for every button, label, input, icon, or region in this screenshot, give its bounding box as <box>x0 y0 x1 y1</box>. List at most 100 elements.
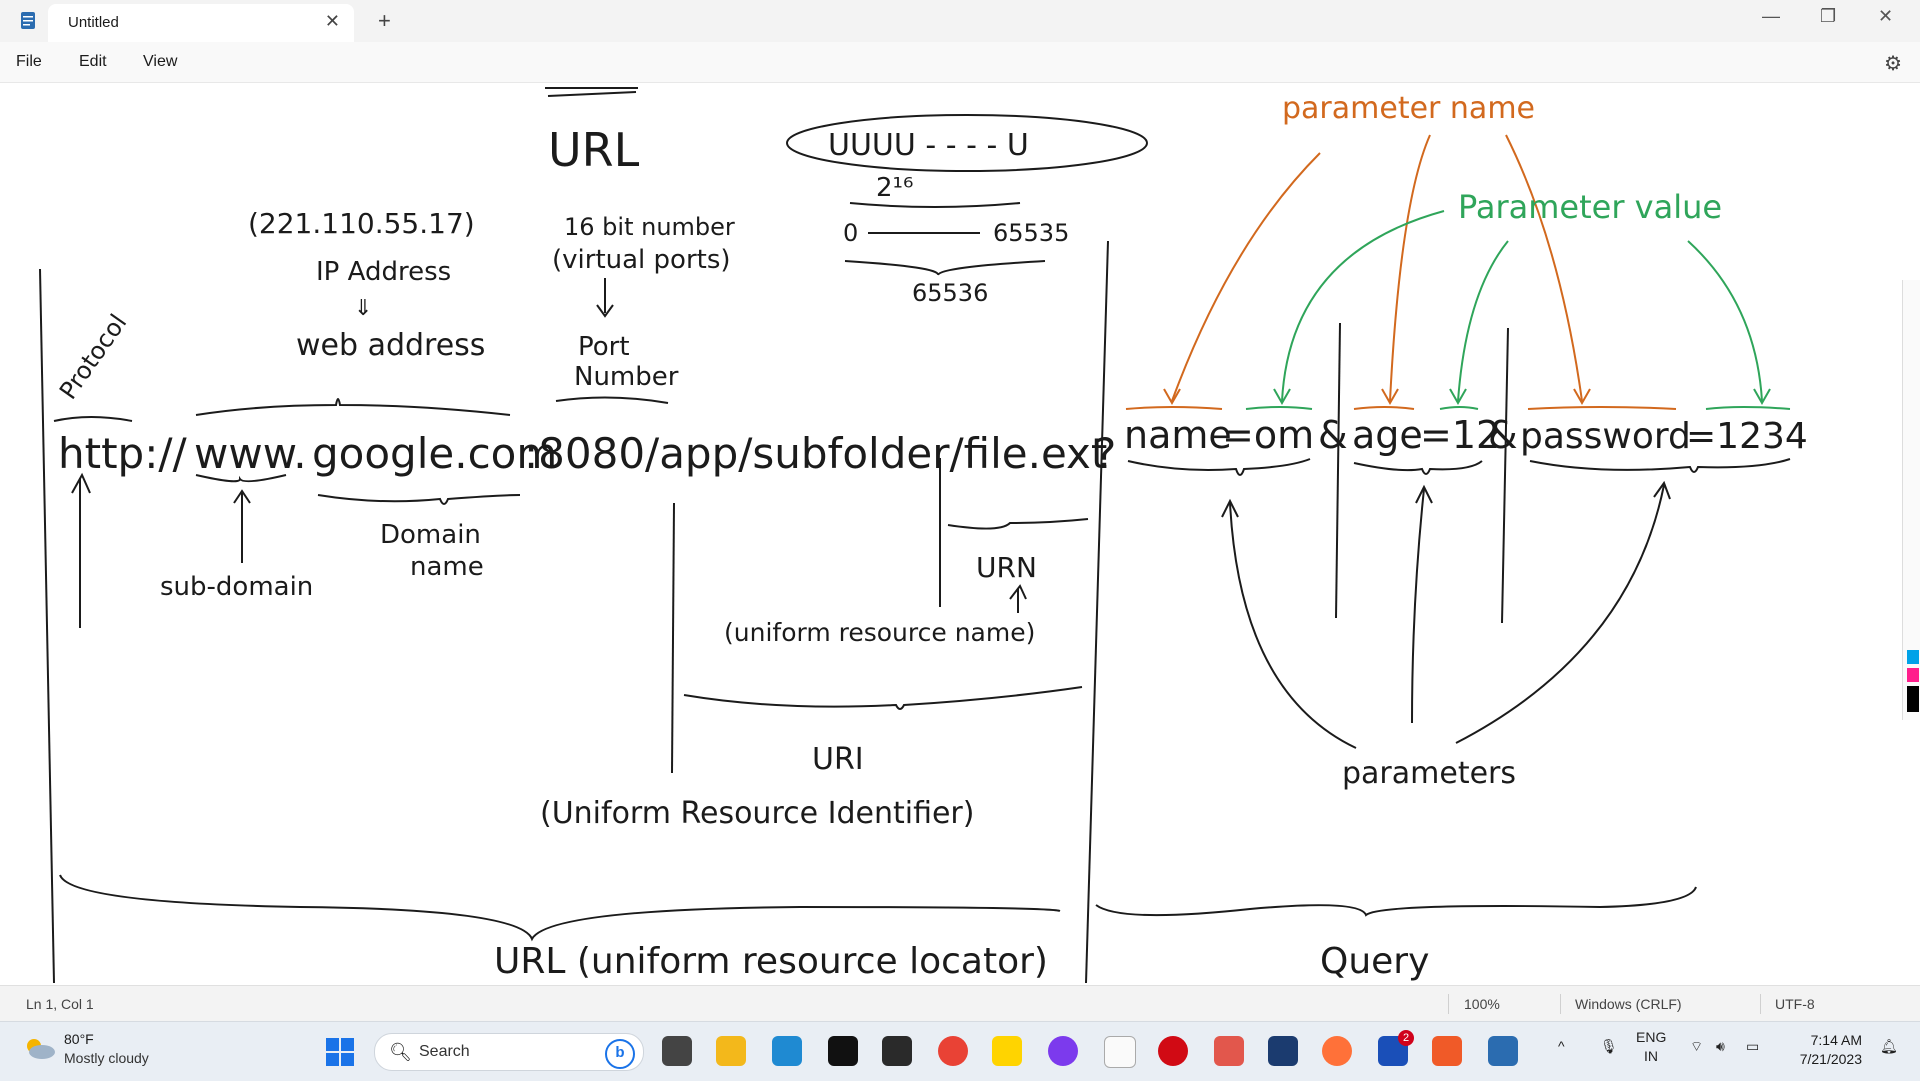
query-name-key: name <box>1124 413 1232 457</box>
menu-edit[interactable]: Edit <box>79 53 107 71</box>
ip-label: IP Address <box>316 257 451 287</box>
two-pow-16: 2¹⁶ <box>876 173 913 203</box>
menu-file[interactable]: File <box>16 53 42 71</box>
opera-icon[interactable] <box>1158 1036 1188 1066</box>
protocol-label: Protocol <box>54 309 132 404</box>
query-name-value: =om <box>1222 413 1314 457</box>
taskbar-search[interactable]: 🔍︎ Search b <box>374 1033 644 1071</box>
wifi-icon[interactable]: ⌔ <box>1690 1038 1703 1056</box>
close-tab-icon[interactable]: ✕ <box>325 11 340 32</box>
port-label-2: Number <box>574 362 679 392</box>
new-tab-button[interactable]: + <box>378 8 391 34</box>
firefox-icon[interactable] <box>1322 1036 1352 1066</box>
query-amp-1: & <box>1318 413 1348 457</box>
app-icon-w[interactable]: 2 <box>1378 1030 1414 1066</box>
clock[interactable]: 7:14 AM 7/21/2023 <box>1800 1031 1862 1069</box>
parameter-value-label: Parameter value <box>1458 188 1722 226</box>
search-icon: 🔍︎ <box>389 1042 412 1062</box>
blank-file-icon[interactable] <box>1104 1036 1136 1068</box>
ip-address-value: (221.110.55.17) <box>248 207 475 240</box>
chevron-up-icon[interactable]: ^ <box>1558 1038 1565 1054</box>
tab-title: Untitled <box>68 14 119 31</box>
notifications-icon[interactable]: 🔔︎ <box>1880 1038 1898 1055</box>
query-password-key: password <box>1520 416 1691 457</box>
query-amp-2: & <box>1488 413 1518 457</box>
close-window-icon[interactable]: ✕ <box>1878 6 1893 27</box>
task-view-icon[interactable] <box>662 1036 692 1066</box>
tab-untitled[interactable]: Untitled ✕ <box>48 4 354 42</box>
cursor-position: Ln 1, Col 1 <box>26 996 94 1012</box>
microphone-icon[interactable]: 🎙︎ <box>1600 1038 1618 1055</box>
app-icon-purple[interactable] <box>1048 1036 1078 1066</box>
uri-full-label: (Uniform Resource Identifier) <box>540 796 974 831</box>
uri-label: URI <box>812 742 864 777</box>
language-eng[interactable]: ENG <box>1636 1029 1666 1045</box>
cloudy-weather-icon <box>27 1039 55 1059</box>
status-bar: Ln 1, Col 1 100% Windows (CRLF) UTF-8 <box>0 985 1920 1022</box>
url-query-mark: ? <box>1094 429 1116 478</box>
start-button[interactable] <box>326 1038 354 1066</box>
url-protocol: http:// <box>58 429 188 478</box>
restore-icon[interactable]: ❐ <box>1820 6 1836 27</box>
language-in[interactable]: IN <box>1644 1048 1658 1064</box>
encoding[interactable]: UTF-8 <box>1775 996 1815 1012</box>
settings-gear-icon[interactable]: ⚙ <box>1884 51 1902 76</box>
notepad-icon <box>21 12 35 29</box>
app-icon-orange[interactable] <box>1432 1036 1462 1066</box>
urn-full-label: (uniform resource name) <box>724 618 1035 647</box>
domain-label-2: name <box>410 552 484 582</box>
text-editor-canvas[interactable]: URL ᑌᑌᑌᑌ - - - - ᑌ 2¹⁶ 0 65535 65536 (22… <box>0 83 1920 985</box>
file-explorer-icon[interactable] <box>716 1036 746 1066</box>
menu-view[interactable]: View <box>143 53 177 71</box>
handwritten-sketch: URL ᑌᑌᑌᑌ - - - - ᑌ 2¹⁶ 0 65535 65536 (22… <box>39 87 1808 984</box>
bing-icon[interactable]: b <box>605 1039 635 1069</box>
minimize-icon[interactable]: — <box>1762 6 1780 27</box>
urn-label: URN <box>976 551 1037 584</box>
port-note-virtual: (virtual ports) <box>552 245 731 275</box>
app-icon-red[interactable] <box>1214 1036 1244 1066</box>
ip-arrow: ⇓ <box>354 296 372 321</box>
status-separator <box>1448 994 1449 1014</box>
app-icon-dark[interactable] <box>1268 1036 1298 1066</box>
title-bar: Untitled ✕ + — ❐ ✕ <box>0 0 1920 42</box>
line-ending[interactable]: Windows (CRLF) <box>1575 996 1682 1012</box>
sketch-title: URL <box>548 123 640 177</box>
bits-box: ᑌᑌᑌᑌ - - - - ᑌ <box>828 128 1029 163</box>
taskbar: 80°F Mostly cloudy 🔍︎ Search b 2 ^ 🎙︎ EN… <box>0 1021 1920 1081</box>
search-input[interactable]: Search <box>419 1043 470 1061</box>
battery-icon[interactable]: ▭ <box>1746 1038 1759 1055</box>
clock-date: 7/21/2023 <box>1799 1051 1862 1067</box>
paint-icon[interactable] <box>992 1036 1022 1066</box>
status-separator <box>1560 994 1561 1014</box>
port-note-bits: 16 bit number <box>564 213 735 241</box>
query-age-key: age <box>1352 413 1423 457</box>
range-count: 65536 <box>912 279 988 307</box>
web-address-label: web address <box>296 328 485 363</box>
port-label-1: Port <box>578 332 630 362</box>
zoom-level[interactable]: 100% <box>1464 996 1500 1012</box>
color-swatch-blue[interactable] <box>1907 650 1919 664</box>
side-drawing-toolbar[interactable] <box>1902 280 1920 720</box>
query-password-value: =1234 <box>1686 416 1808 457</box>
terminal-icon[interactable] <box>828 1036 858 1066</box>
notepad-taskbar-icon[interactable] <box>1488 1036 1518 1066</box>
notification-badge: 2 <box>1398 1030 1414 1046</box>
parameters-label: parameters <box>1342 756 1516 791</box>
color-swatch-pink[interactable] <box>1907 668 1919 682</box>
status-separator <box>1760 994 1761 1014</box>
mysql-icon[interactable] <box>882 1036 912 1066</box>
query-label: Query <box>1320 941 1429 982</box>
weather-temp[interactable]: 80°F <box>64 1031 94 1047</box>
url-full-label: URL (uniform resource locator) <box>494 941 1048 982</box>
weather-desc[interactable]: Mostly cloudy <box>64 1050 149 1066</box>
range-end: 65535 <box>993 219 1069 247</box>
clock-time: 7:14 AM <box>1810 1032 1862 1048</box>
color-swatch-black[interactable] <box>1907 686 1919 712</box>
vscode-icon[interactable] <box>772 1036 802 1066</box>
domain-label-1: Domain <box>380 520 481 550</box>
subdomain-label: sub-domain <box>160 572 313 602</box>
chrome-icon[interactable] <box>938 1036 968 1066</box>
menu-bar: File Edit View ⚙ <box>0 42 1920 83</box>
parameter-name-label: parameter name <box>1282 91 1535 126</box>
volume-icon[interactable]: 🔊︎ <box>1716 1038 1725 1055</box>
